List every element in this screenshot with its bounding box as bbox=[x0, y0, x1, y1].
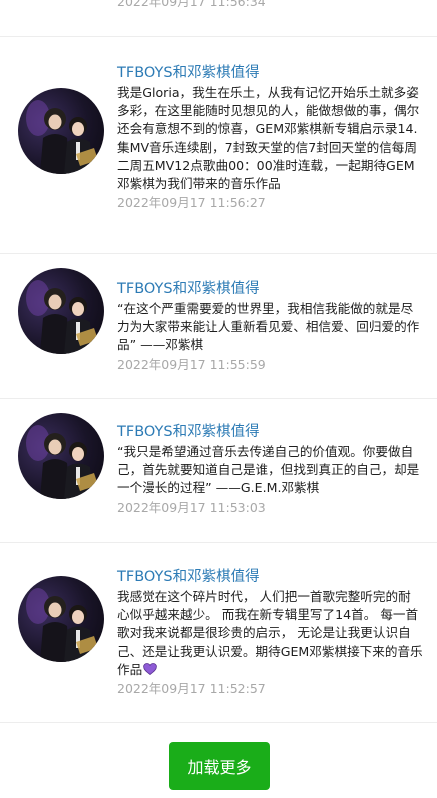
list-item: TFBOYS和邓紫棋值得 “在这个严重需要爱的世界里，我相信我能做的就是尽力为大… bbox=[0, 254, 437, 399]
author-name[interactable]: TFBOYS和邓紫棋值得 bbox=[117, 423, 423, 441]
avatar[interactable] bbox=[18, 576, 104, 662]
post-timestamp: 2022年09月17 11:53:03 bbox=[117, 499, 266, 515]
post-text: “在这个严重需要爱的世界里，我相信我能做的就是尽力为大家带来能让人重新看见爱、相… bbox=[117, 301, 420, 353]
author-name[interactable]: TFBOYS和邓紫棋值得 bbox=[117, 280, 423, 298]
post-text: 我是Gloria，我生在乐土，从我有记忆开始乐土就多姿多彩，在这里能随时见想见的… bbox=[117, 85, 420, 192]
post-timestamp: 2022年09月17 11:52:57 bbox=[117, 681, 266, 697]
avatar-photo-icon bbox=[26, 425, 98, 499]
purple-heart-icon bbox=[143, 662, 157, 675]
list-item: TFBOYS和邓紫棋值得 “我只是希望通过音乐去传递自己的价值观。你要做自己，首… bbox=[0, 399, 437, 543]
avatar-photo-icon bbox=[26, 280, 98, 354]
post-text-content: 我感觉在这个碎片时代， 人们把一首歌完整听完的耐心似乎越来越少。 而我在新专辑里… bbox=[117, 589, 423, 677]
author-name[interactable]: TFBOYS和邓紫棋值得 bbox=[117, 568, 423, 586]
post-text: 我感觉在这个碎片时代， 人们把一首歌完整听完的耐心似乎越来越少。 而我在新专辑里… bbox=[117, 588, 423, 679]
post-timestamp: 2022年09月17 11:56:27 bbox=[117, 195, 266, 211]
avatar[interactable] bbox=[18, 268, 104, 354]
load-more-button[interactable]: 加载更多 bbox=[169, 742, 270, 790]
post-timestamp: 2022年09月17 11:55:59 bbox=[117, 356, 266, 372]
avatar-photo-icon bbox=[26, 588, 98, 662]
avatar-photo-icon bbox=[26, 100, 98, 174]
post-timestamp: 2022年09月17 11:56:34 bbox=[117, 0, 266, 9]
post-text: “我只是希望通过音乐去传递自己的价值观。你要做自己，首先就要知道自己是谁，但找到… bbox=[117, 444, 420, 496]
load-more-area: 加载更多 bbox=[0, 738, 437, 798]
list-item: TFBOYS和邓紫棋值得 我是Gloria，我生在乐土，从我有记忆开始乐土就多姿… bbox=[0, 37, 437, 254]
avatar[interactable] bbox=[18, 413, 104, 499]
author-name[interactable]: TFBOYS和邓紫棋值得 bbox=[117, 64, 423, 82]
list-item: TFBOYS和邓紫棋值得 我感觉在这个碎片时代， 人们把一首歌完整听完的耐心似乎… bbox=[0, 543, 437, 723]
avatar[interactable] bbox=[18, 88, 104, 174]
